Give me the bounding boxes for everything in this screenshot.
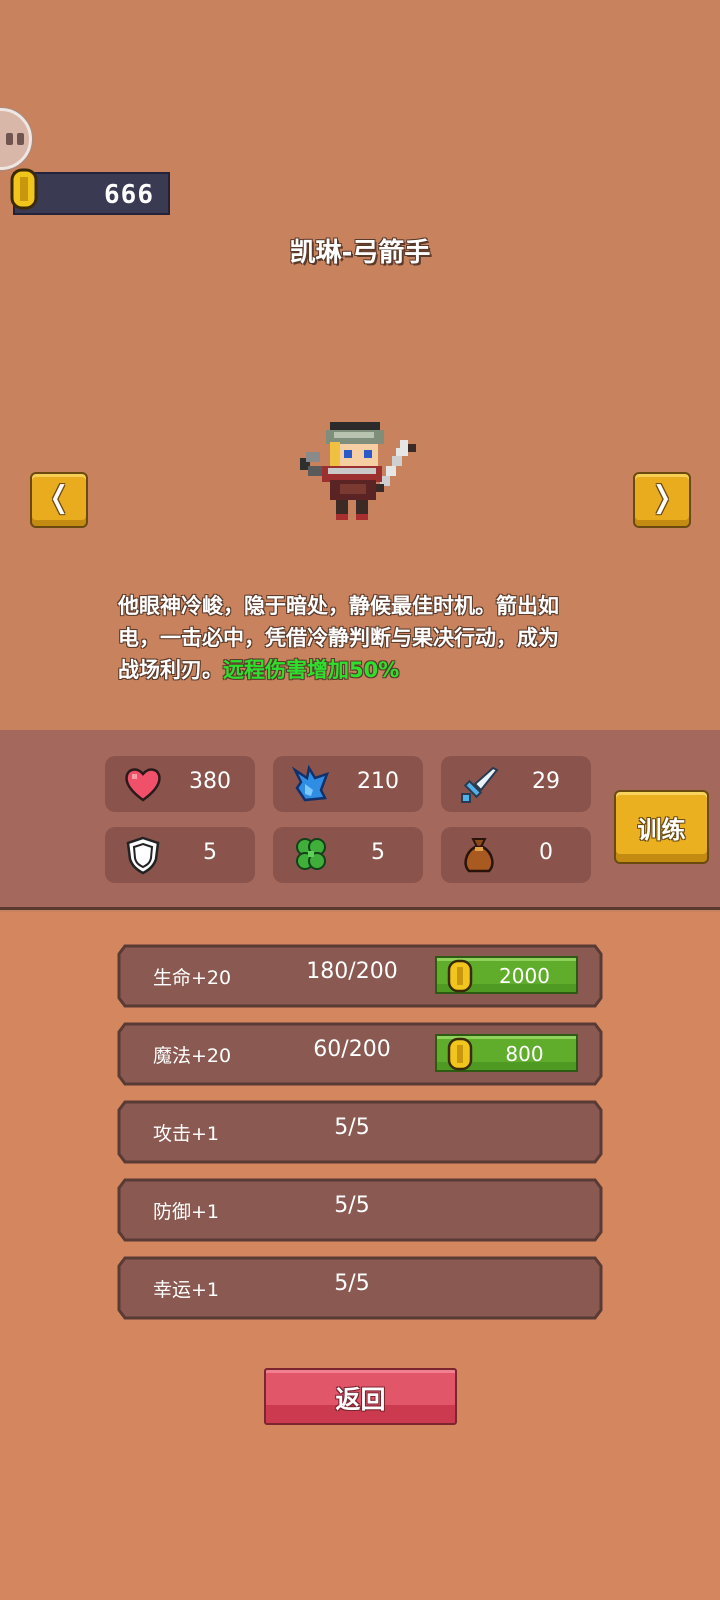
previous-hero-button[interactable]: ❬ (30, 472, 88, 528)
description-line: 战场利刃。远程伤害增加50% (118, 654, 608, 686)
upgrade-progress: 60/200 (313, 1037, 391, 1062)
wealth-value: 0 (539, 840, 553, 865)
mana-flame-icon (291, 764, 330, 802)
gold-coin-icon (447, 959, 473, 993)
next-hero-button[interactable]: ❭ (633, 472, 691, 528)
defense-stat: 5 (105, 827, 255, 883)
hero-description: 他眼神冷峻，隐于暗处，静候最佳时机。箭出如 电，一击必中，凭借冷静判断与果决行动… (118, 590, 608, 686)
back-button-label: 返回 (335, 1385, 386, 1414)
hp-stat: 380 (105, 756, 255, 812)
heart-icon (125, 768, 161, 802)
luck-value: 5 (371, 840, 385, 865)
avatar-eye (6, 133, 13, 145)
upgrade-row-attack: 攻击+1 5/5 (117, 1100, 603, 1164)
upgrade-price: 2000 (499, 964, 550, 988)
attack-value: 29 (532, 769, 560, 794)
gold-coin-icon (447, 1037, 473, 1071)
upgrade-name: 幸运+1 (153, 1279, 220, 1301)
upgrade-price: 800 (505, 1042, 544, 1066)
train-button-label: 训练 (637, 816, 686, 844)
hp-value: 380 (189, 769, 231, 794)
shield-icon (126, 836, 160, 875)
mp-value: 210 (357, 769, 399, 794)
clover-icon (296, 838, 326, 870)
luck-stat: 5 (273, 827, 423, 883)
upgrade-name: 防御+1 (153, 1201, 220, 1223)
buy-mp-button[interactable]: 800 (435, 1034, 578, 1072)
mp-stat: 210 (273, 756, 423, 812)
upgrade-row-mp: 魔法+20 60/200 800 (117, 1022, 603, 1086)
upgrade-name: 生命+20 (153, 967, 232, 989)
train-button[interactable]: 训练 (614, 790, 709, 864)
gold-amount: 666 (104, 180, 154, 210)
gold-coin-icon (10, 168, 38, 210)
chevron-left-icon: ❬ (46, 480, 72, 515)
chevron-right-icon: ❭ (649, 480, 675, 515)
upgrade-progress: 180/200 (306, 959, 398, 984)
bonus-highlight-text: 远程伤害增加50% (223, 658, 400, 682)
wealth-stat: 0 (441, 827, 591, 883)
upgrade-row-hp: 生命+20 180/200 2000 (117, 944, 603, 1008)
hero-name-title: 凯琳-弓箭手 (289, 238, 431, 268)
upgrade-progress: 5/5 (334, 1193, 370, 1218)
buy-hp-button[interactable]: 2000 (435, 956, 578, 994)
upgrade-row-luck: 幸运+1 5/5 (117, 1256, 603, 1320)
avatar-eye (17, 133, 24, 145)
archer-sprite (300, 422, 416, 520)
upgrade-progress: 5/5 (334, 1115, 370, 1140)
description-line: 电，一击必中，凭借冷静判断与果决行动，成为 (118, 626, 559, 650)
money-bag-icon (464, 838, 494, 873)
upgrade-name: 攻击+1 (153, 1123, 220, 1145)
sword-icon (461, 766, 499, 803)
defense-value: 5 (203, 840, 217, 865)
upgrade-name: 魔法+20 (153, 1045, 232, 1067)
description-line: 他眼神冷峻，隐于暗处，静候最佳时机。箭出如 (118, 594, 559, 618)
upgrade-row-defense: 防御+1 5/5 (117, 1178, 603, 1242)
back-button[interactable]: 返回 (264, 1368, 457, 1425)
upgrade-progress: 5/5 (334, 1271, 370, 1296)
description-text: 战场利刃。 (118, 658, 223, 682)
attack-stat: 29 (441, 756, 591, 812)
